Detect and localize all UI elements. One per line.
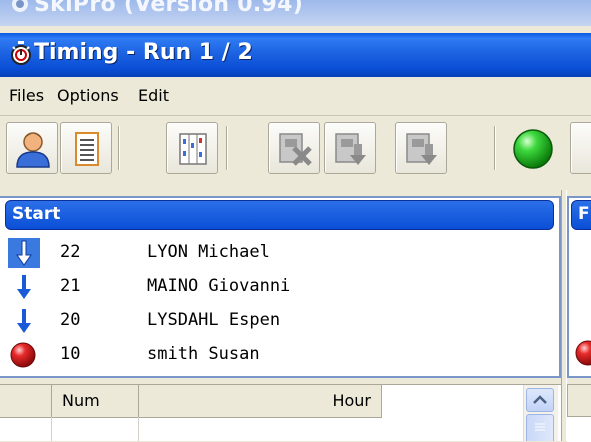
arrow-down-icon — [8, 272, 40, 302]
menu-options[interactable]: Options — [55, 86, 121, 105]
toolbar-next-button[interactable] — [570, 122, 591, 174]
list-button[interactable] — [60, 122, 112, 174]
grid-row-header-cell — [0, 385, 52, 417]
toolbar-separator — [226, 126, 228, 170]
document-icon — [75, 132, 99, 166]
bib-number: 20 — [60, 310, 81, 330]
delete-button[interactable] — [268, 122, 320, 174]
download-record-icon — [335, 133, 366, 165]
background-window-titlebar: SkiPro (Version 0.94) — [0, 0, 591, 26]
menubar: Files Options Edit — [0, 77, 591, 116]
grid-line — [51, 417, 52, 441]
red-circle-icon — [573, 338, 591, 372]
grid-header — [567, 385, 591, 417]
stopwatch-icon — [10, 41, 32, 69]
columns-settings-icon — [179, 133, 207, 165]
columns-button[interactable] — [166, 122, 218, 174]
column-header-hour[interactable]: Hour — [139, 385, 382, 417]
grid-scrollbar[interactable] — [523, 385, 558, 441]
grid-line — [138, 417, 139, 441]
bib-number: 21 — [60, 276, 81, 296]
start-row[interactable]: 20 LYSDAHL Espen — [0, 304, 560, 338]
toolbar-separator — [494, 126, 496, 170]
grip-icon — [535, 423, 545, 431]
arrow-down-icon — [8, 238, 40, 268]
background-window-title: SkiPro (Version 0.94) — [34, 0, 304, 17]
person-icon — [16, 132, 50, 168]
arrow-down-icon — [8, 306, 40, 336]
red-circle-icon — [8, 340, 40, 370]
start-row[interactable]: 22 LYON Michael — [0, 236, 560, 270]
finish-panel-header: F — [571, 200, 591, 230]
scroll-thumb[interactable] — [526, 414, 554, 441]
competitor-button[interactable] — [6, 122, 58, 174]
times-grid[interactable]: Num Hour — [0, 384, 561, 441]
menu-edit[interactable]: Edit — [136, 86, 171, 105]
window-titlebar[interactable]: Timing - Run 1 / 2 — [0, 33, 591, 77]
grid-header: Num Hour — [0, 385, 382, 418]
start-row[interactable]: 21 MAINO Giovanni — [0, 270, 560, 304]
green-light-icon — [513, 129, 553, 169]
competitor-name: MAINO Giovanni — [147, 276, 291, 296]
window-title: Timing - Run 1 / 2 — [34, 40, 253, 65]
bib-number: 22 — [60, 242, 81, 262]
chevron-up-icon — [533, 395, 547, 404]
move-down-button[interactable] — [324, 122, 376, 174]
move-down-2-button[interactable] — [395, 122, 447, 174]
scroll-up-button[interactable] — [526, 388, 554, 412]
delete-record-icon — [279, 133, 312, 166]
start-row[interactable]: 10 smith Susan — [0, 338, 560, 372]
start-button[interactable] — [506, 122, 558, 174]
start-panel-header: Start — [5, 200, 554, 230]
competitor-name: smith Susan — [147, 344, 260, 364]
menu-files[interactable]: Files — [7, 86, 46, 105]
window-gap — [0, 26, 591, 33]
toolbar-separator — [118, 126, 120, 170]
toolbar — [0, 116, 591, 182]
column-header-num[interactable]: Num — [52, 385, 139, 417]
competitor-name: LYSDAHL Espen — [147, 310, 281, 330]
finish-grid[interactable] — [567, 384, 591, 442]
competitor-name: LYON Michael — [147, 242, 270, 262]
bib-number: 10 — [60, 344, 81, 364]
download-record-2-icon — [406, 133, 437, 165]
app-icon — [10, 0, 30, 18]
